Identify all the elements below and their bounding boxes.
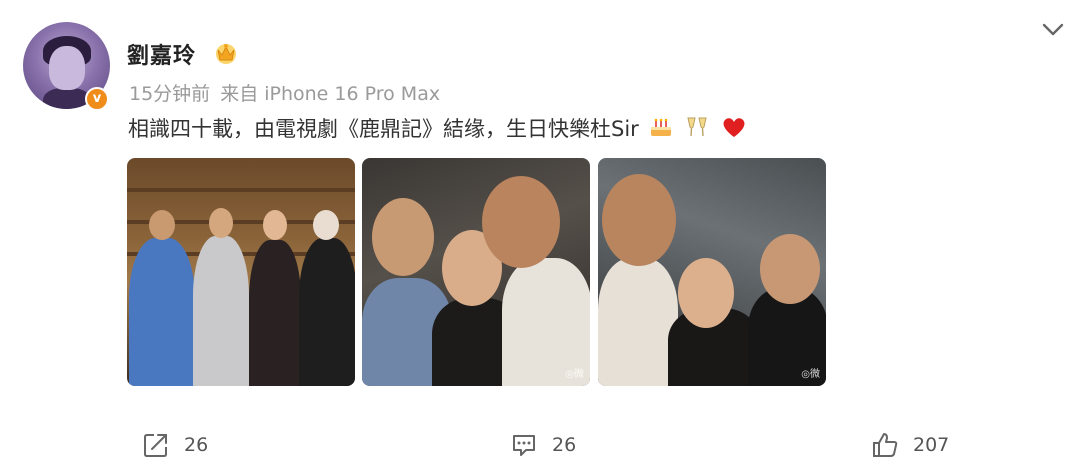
comment-button[interactable]: 26 — [510, 431, 576, 459]
post-photo-2[interactable]: ◎微 — [362, 158, 590, 386]
post-time: 15分钟前 — [129, 83, 211, 105]
comment-icon — [513, 435, 535, 456]
share-count: 26 — [184, 434, 209, 456]
like-count: 207 — [913, 434, 950, 456]
post-source: 来自 iPhone 16 Pro Max — [220, 83, 441, 105]
share-icon — [144, 434, 167, 457]
chevron-down-icon[interactable] — [1038, 14, 1068, 44]
post-text: 相識四十載，由電視劇《鹿鼎記》結缘，生日快樂杜Sir — [128, 113, 747, 143]
post-photo-3[interactable]: ◎微 — [598, 158, 826, 386]
like-icon — [873, 433, 898, 457]
photo-watermark: ◎微 — [801, 369, 820, 380]
post-photo-1[interactable] — [127, 158, 355, 386]
heart-icon — [723, 118, 745, 137]
cake-icon — [651, 118, 672, 136]
post-meta: 15分钟前 来自 iPhone 16 Pro Max — [129, 79, 440, 106]
verified-badge: v — [85, 87, 109, 111]
share-button[interactable]: 26 — [142, 431, 208, 459]
crown-badge-icon — [216, 44, 236, 64]
action-bar: 26 26 207 — [0, 426, 1080, 466]
post-body: 相識四十載，由電視劇《鹿鼎記》結缘，生日快樂杜Sir — [128, 117, 639, 141]
comment-count: 26 — [552, 434, 577, 456]
like-button[interactable]: 207 — [871, 431, 949, 459]
photo-watermark: ◎微 — [565, 369, 584, 380]
cheers-icon — [687, 117, 707, 137]
username[interactable]: 劉嘉玲 — [127, 38, 196, 70]
